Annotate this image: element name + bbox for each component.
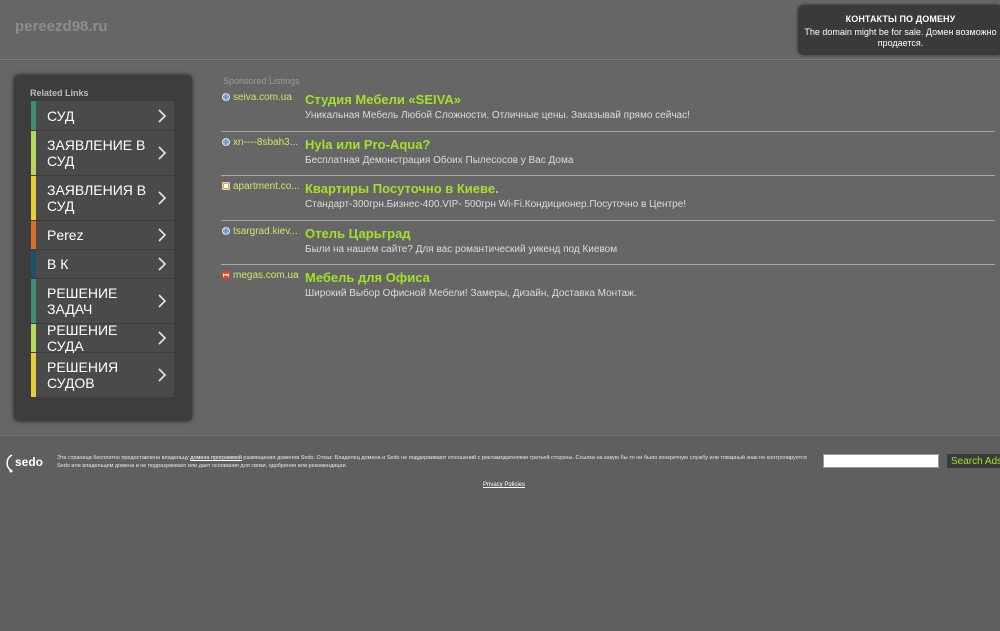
- search-input[interactable]: [823, 454, 939, 468]
- footer-disclaimer: Эта страница бесплатно предоставлена вла…: [57, 454, 817, 470]
- related-link-color-bar: [31, 131, 36, 175]
- chevron-right-icon: [158, 146, 167, 160]
- globe-icon: [222, 137, 230, 146]
- sponsored-listing: megas.com.ua Мебель для Офиса Широкий Выбо…: [221, 265, 995, 310]
- globe-icon: [222, 93, 230, 101]
- listing-title-link[interactable]: Квартиры Посуточно в Киеве.: [305, 181, 499, 196]
- listing-domain-link[interactable]: seiva.com.ua: [233, 92, 303, 103]
- sponsored-listing: tsargrad.kiev... Отель Царьград Были на на…: [221, 221, 995, 265]
- site-favicon-icon: [222, 182, 230, 190]
- related-link-color-bar: [31, 101, 36, 130]
- sedo-logo[interactable]: sedo: [6, 452, 52, 474]
- listing-description: Широкий Выбор Офисной Мебели! Замеры, Ди…: [305, 288, 637, 299]
- listing-title-link[interactable]: Отель Царьград: [305, 226, 411, 241]
- listing-description: Уникальная Мебель Любой Сложности. Отлич…: [305, 110, 690, 121]
- contact-text: The domain might be for sale. Домен возм…: [804, 27, 997, 48]
- listing-description: Стандарт-300грн.Бизнес-400.VIP- 500грн W…: [305, 199, 687, 210]
- listing-domain-link[interactable]: xn----8sbah3...: [233, 137, 303, 148]
- sponsored-listings-title: Sponsored Listings: [223, 76, 300, 86]
- related-links-title: Related Links: [30, 88, 89, 98]
- chevron-right-icon: [158, 191, 167, 205]
- header: pereezd98.ru КОНТАКТЫ ПО ДОМЕНУ The doma…: [0, 0, 1000, 60]
- related-link-color-bar: [31, 279, 36, 323]
- listing-title-link[interactable]: Мебель для Офиса: [305, 270, 430, 285]
- related-link-item[interactable]: РЕШЕНИЕ ЗАДАЧ: [31, 279, 174, 324]
- listing-domain-link[interactable]: megas.com.ua: [233, 270, 303, 281]
- related-link-item[interactable]: СУД: [31, 101, 174, 131]
- related-link-color-bar: [31, 221, 36, 249]
- related-link-label[interactable]: В К: [47, 256, 68, 272]
- privacy-policies-link[interactable]: Privacy Policies: [483, 482, 525, 488]
- related-link-label[interactable]: ЗАЯВЛЕНИЯ В СУД: [47, 182, 152, 214]
- chevron-right-icon: [158, 228, 167, 242]
- related-link-color-bar: [31, 250, 36, 278]
- related-link-item[interactable]: В К: [31, 250, 174, 279]
- related-link-label[interactable]: РЕШЕНИЕ ЗАДАЧ: [47, 285, 152, 317]
- listing-title-link[interactable]: Hyla или Pro-Aqua?: [305, 137, 430, 152]
- related-link-item[interactable]: Perez: [31, 221, 174, 250]
- search-ads-button[interactable]: Search Ads: [947, 454, 1000, 468]
- listing-domain-link[interactable]: apartment.co...: [233, 181, 303, 192]
- related-link-item[interactable]: РЕШЕНИЕ СУДА: [31, 322, 174, 354]
- chevron-right-icon: [158, 331, 167, 345]
- related-link-color-bar: [31, 176, 36, 220]
- chevron-right-icon: [158, 368, 167, 382]
- chevron-right-icon: [158, 294, 167, 308]
- footer-program-link[interactable]: домена программой: [190, 455, 242, 461]
- listing-description: Бесплатная Демонстрация Обоих Пылесосов …: [305, 154, 574, 166]
- chevron-right-icon: [158, 257, 167, 271]
- chevron-right-icon: [158, 108, 167, 123]
- related-link-label[interactable]: ЗАЯВЛЕНИЕ В СУД: [47, 137, 152, 169]
- listing-title-link[interactable]: Студия Мебели «SEIVA»: [305, 92, 461, 107]
- related-links-list: СУД ЗАЯВЛЕНИЕ В СУД ЗАЯВЛЕНИЯ В СУД Perez В …: [31, 101, 174, 398]
- site-name: pereezd98.ru: [15, 18, 108, 35]
- globe-icon: [222, 226, 230, 235]
- related-link-item[interactable]: РЕШЕНИЯ СУДОВ: [31, 353, 174, 398]
- sponsored-listings: seiva.com.ua Студия Мебели «SEIVA» Уникаль…: [221, 87, 995, 310]
- sponsored-listing: apartment.co... Квартиры Посуточно в Киев…: [221, 176, 995, 221]
- sedo-logo-text: sedo: [15, 455, 43, 469]
- main-content: Related Links СУД ЗАЯВЛЕНИЕ В СУД ЗАЯВЛЕНИ…: [0, 61, 1000, 436]
- footer-text-before: Эта страница бесплатно предоставлена вла…: [57, 455, 191, 461]
- related-link-label[interactable]: РЕШЕНИЕ СУДА: [47, 322, 152, 354]
- contact-title[interactable]: КОНТАКТЫ ПО ДОМЕНУ: [798, 14, 1000, 24]
- sponsored-listing: xn----8sbah3... Hyla или Pro-Aqua? Бесплат…: [221, 132, 995, 176]
- domain-contact-box[interactable]: КОНТАКТЫ ПО ДОМЕНУ The domain might be f…: [798, 5, 1000, 55]
- related-link-label[interactable]: СУД: [47, 108, 74, 124]
- related-link-item[interactable]: ЗАЯВЛЕНИЕ В СУД: [31, 131, 174, 176]
- related-link-item[interactable]: ЗАЯВЛЕНИЯ В СУД: [31, 176, 174, 221]
- related-links-panel: Related Links СУД ЗАЯВЛЕНИЕ В СУД ЗАЯВЛЕНИ…: [14, 75, 192, 421]
- footer: sedo Эта страница бесплатно предоставлен…: [0, 437, 1000, 631]
- sponsored-listing: seiva.com.ua Студия Мебели «SEIVA» Уникаль…: [221, 87, 995, 132]
- related-link-color-bar: [31, 324, 36, 352]
- megas-favicon-icon: [222, 271, 230, 279]
- related-link-label[interactable]: РЕШЕНИЯ СУДОВ: [47, 359, 152, 391]
- listing-domain-link[interactable]: tsargrad.kiev...: [233, 226, 303, 237]
- related-link-label[interactable]: Perez: [47, 227, 84, 243]
- related-link-color-bar: [31, 353, 36, 397]
- listing-description: Были на нашем сайте? Для вас романтическ…: [305, 243, 618, 255]
